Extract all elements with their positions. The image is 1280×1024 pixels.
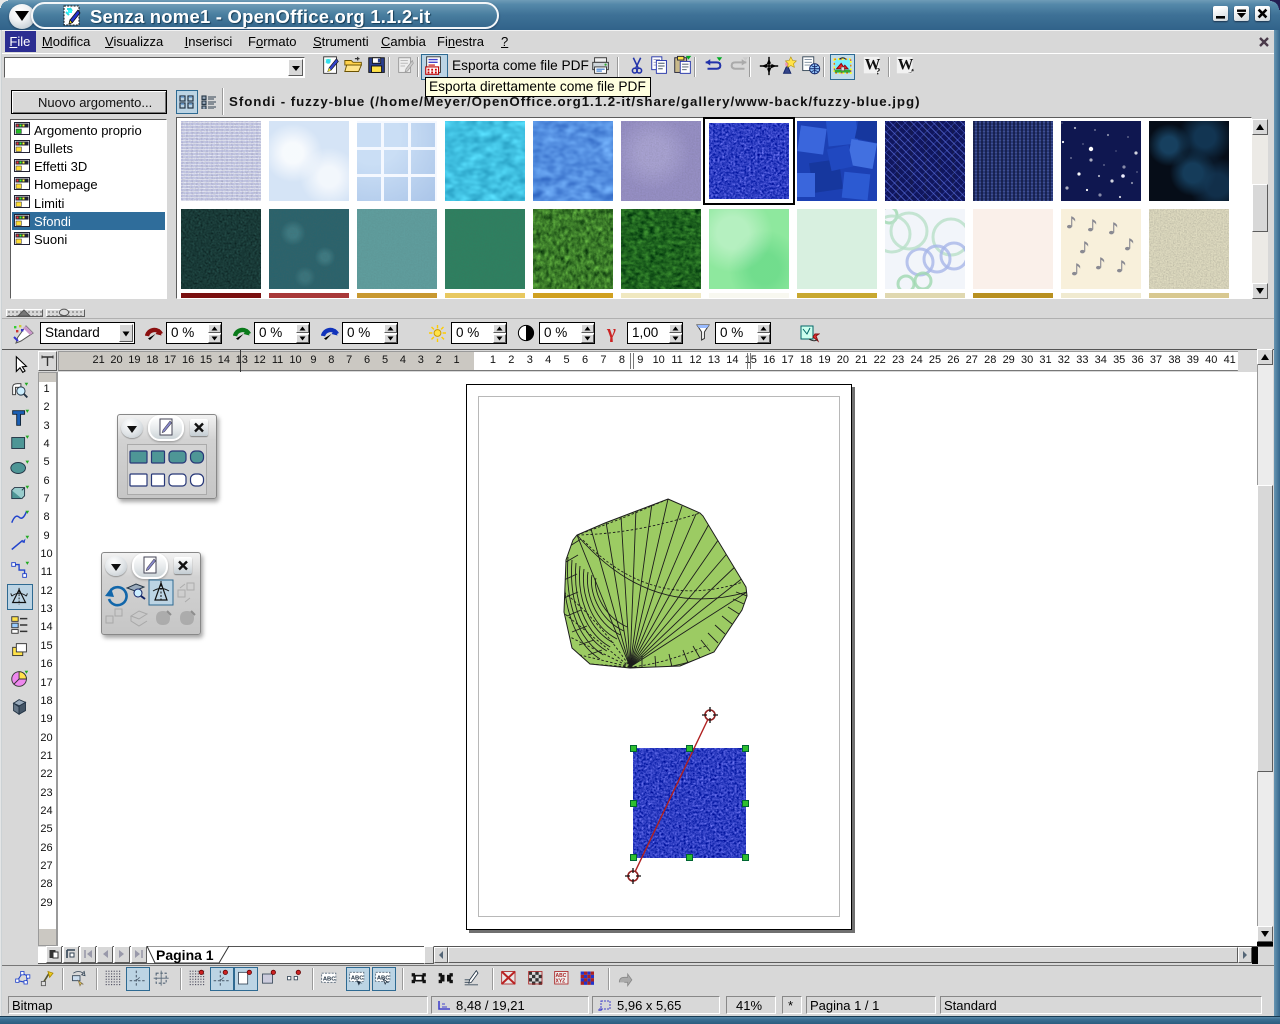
svg-text:ABC: ABC	[323, 976, 336, 982]
svg-text:?: ?	[876, 66, 881, 76]
svg-text:XYZ: XYZ	[556, 978, 566, 984]
svg-text:W: W	[898, 57, 914, 74]
